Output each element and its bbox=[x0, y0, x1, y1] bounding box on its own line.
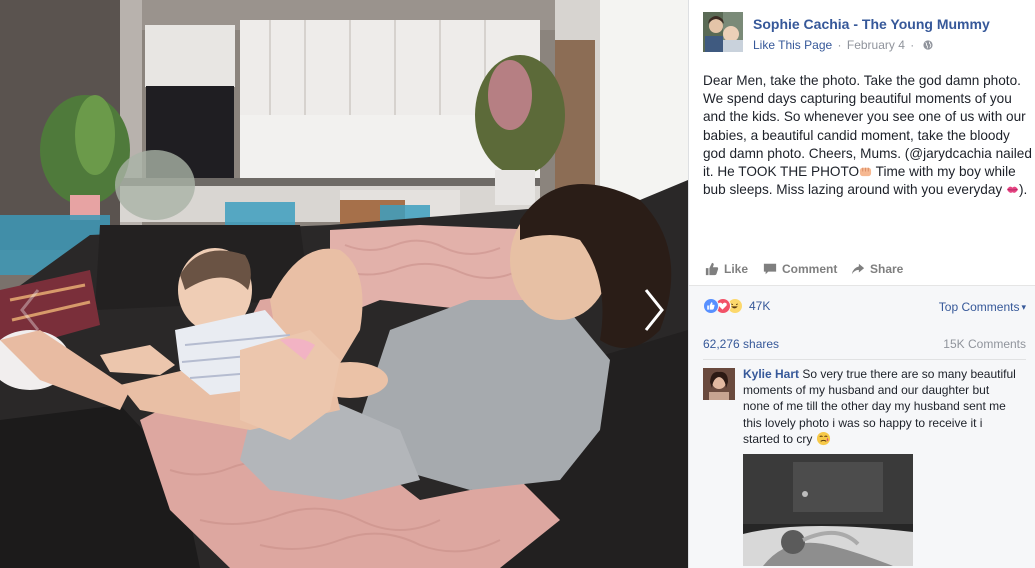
feedback-area: 47K Top Comments ▾ 62,276 shares 15K Comm… bbox=[689, 285, 1035, 568]
like-reaction-icon bbox=[703, 298, 719, 314]
comment-button[interactable]: Comment bbox=[763, 262, 837, 276]
post-meta: Like This Page · February 4 · bbox=[753, 38, 933, 52]
previous-photo-button[interactable] bbox=[10, 280, 50, 340]
post-message: Dear Men, take the photo. Take the god d… bbox=[703, 72, 1033, 199]
crying-face-emoji bbox=[816, 431, 830, 445]
comment-icon bbox=[763, 263, 777, 275]
post-sidebar: Sophie Cachia - The Young Mummy Like Thi… bbox=[688, 0, 1035, 568]
share-button-label: Share bbox=[870, 262, 904, 276]
share-button[interactable]: Share bbox=[851, 262, 903, 276]
comment-author-link[interactable]: Kylie Hart bbox=[743, 367, 799, 381]
shares-count-link[interactable]: 62,276 shares bbox=[703, 337, 779, 351]
page-name-link[interactable]: Sophie Cachia - The Young Mummy bbox=[753, 16, 990, 32]
top-comments-label: Top Comments bbox=[938, 300, 1020, 314]
meta-separator: · bbox=[910, 38, 915, 52]
top-comments-dropdown[interactable]: Top Comments ▾ bbox=[939, 300, 1026, 314]
comment-body: Kylie Hart So very true there are so man… bbox=[743, 366, 1018, 447]
comment-button-label: Comment bbox=[782, 262, 838, 276]
post-actions: Like Comment Share bbox=[703, 260, 1025, 282]
reaction-count: 47K bbox=[749, 299, 771, 313]
comment-photo-attachment[interactable] bbox=[743, 454, 913, 566]
fist-emoji bbox=[860, 167, 872, 177]
like-button[interactable]: Like bbox=[705, 262, 748, 276]
post-date[interactable]: February 4 bbox=[847, 38, 905, 52]
thumbs-up-icon bbox=[705, 262, 719, 276]
chevron-down-icon: ▾ bbox=[1021, 302, 1026, 312]
commenter-avatar[interactable] bbox=[703, 368, 735, 400]
share-arrow-icon bbox=[851, 263, 865, 275]
post-header: Sophie Cachia - The Young Mummy Like Thi… bbox=[703, 12, 1025, 54]
like-button-label: Like bbox=[724, 262, 749, 276]
photo-viewer[interactable] bbox=[0, 0, 688, 568]
comments-count-link[interactable]: 15K Comments bbox=[943, 337, 1026, 351]
kiss-lips-emoji bbox=[1006, 186, 1019, 194]
next-photo-button[interactable] bbox=[634, 280, 674, 340]
post-message-text: ). bbox=[1019, 182, 1028, 198]
globe-icon[interactable] bbox=[922, 40, 933, 50]
like-page-link[interactable]: Like This Page bbox=[753, 38, 832, 52]
chevron-left-icon bbox=[20, 289, 40, 331]
counts-row: 62,276 shares 15K Comments bbox=[703, 332, 1026, 360]
meta-separator: · bbox=[837, 38, 842, 52]
page-avatar[interactable] bbox=[703, 12, 743, 52]
post-photo[interactable] bbox=[0, 0, 688, 568]
reactions-summary[interactable]: 47K bbox=[703, 298, 770, 314]
chevron-right-icon bbox=[644, 289, 664, 331]
